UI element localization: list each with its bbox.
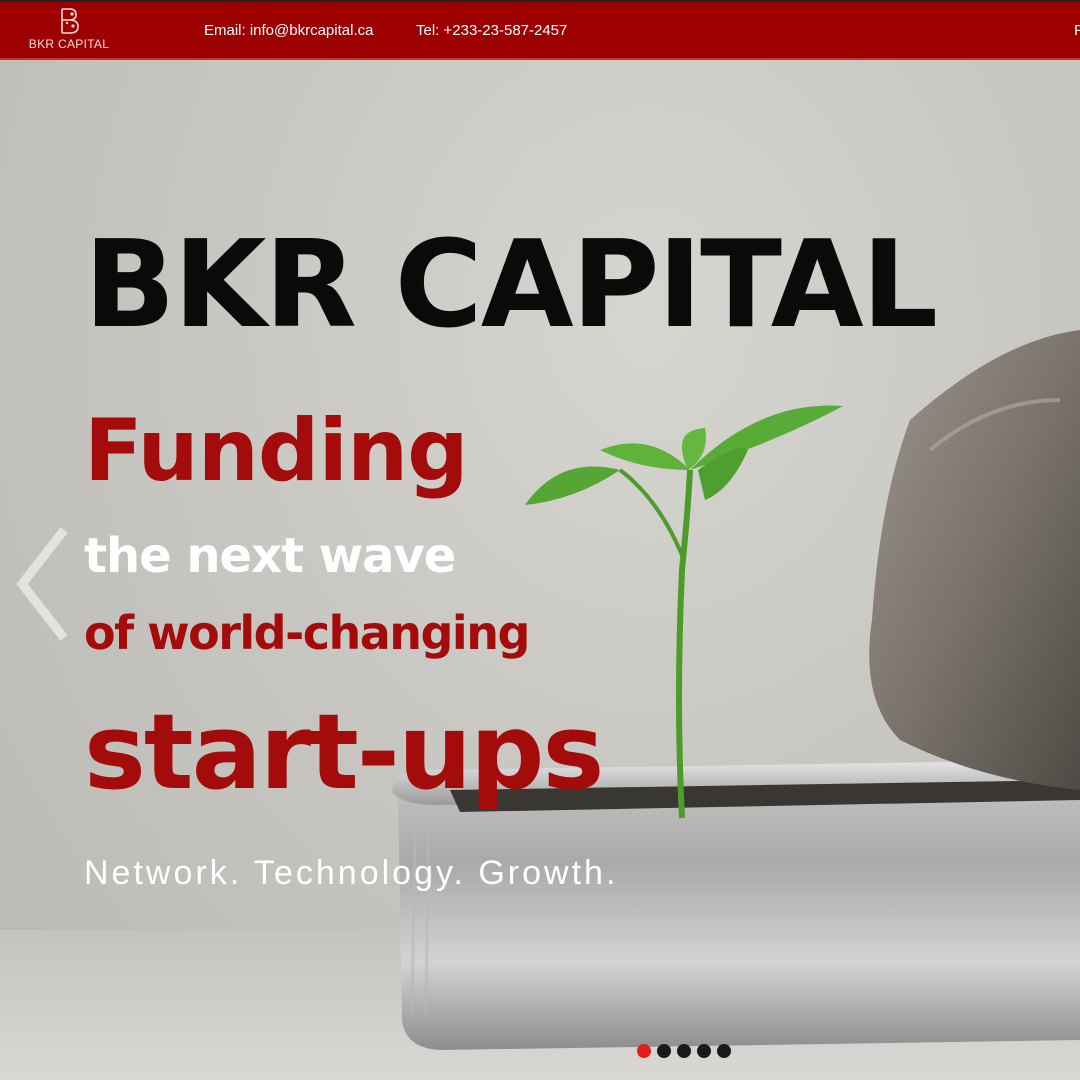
top-bar: BKR CAPITAL Email: info@bkrcapital.ca Te… xyxy=(0,0,1080,60)
contact-email[interactable]: Email: info@bkrcapital.ca xyxy=(204,22,373,39)
nav-item-truncated[interactable]: P xyxy=(1074,22,1080,39)
hero-headline-world-changing: of world-changing xyxy=(84,606,530,660)
slider-dot[interactable] xyxy=(657,1044,671,1058)
bkr-monogram-icon xyxy=(61,8,79,34)
hero-tagline: Network. Technology. Growth. xyxy=(84,854,619,892)
slider-dot[interactable] xyxy=(697,1044,711,1058)
slider-pagination xyxy=(637,1044,731,1058)
page: BKR CAPITAL Email: info@bkrcapital.ca Te… xyxy=(0,0,1080,1080)
slider-prev-button[interactable] xyxy=(12,526,72,642)
logo[interactable]: BKR CAPITAL xyxy=(24,6,114,58)
slider-dot[interactable] xyxy=(677,1044,691,1058)
hero-headline-startups: start-ups xyxy=(84,691,604,813)
hero-headline-next-wave: the next wave xyxy=(84,528,456,584)
slider-dot[interactable] xyxy=(717,1044,731,1058)
contact-phone[interactable]: Tel: +233-23-587-2457 xyxy=(416,22,567,39)
chevron-left-icon xyxy=(16,527,68,641)
logo-text: BKR CAPITAL xyxy=(28,37,110,51)
hero-headline-funding: Funding xyxy=(84,401,469,501)
hero-title: BKR CAPITAL xyxy=(84,216,938,355)
slider-dot[interactable] xyxy=(637,1044,651,1058)
